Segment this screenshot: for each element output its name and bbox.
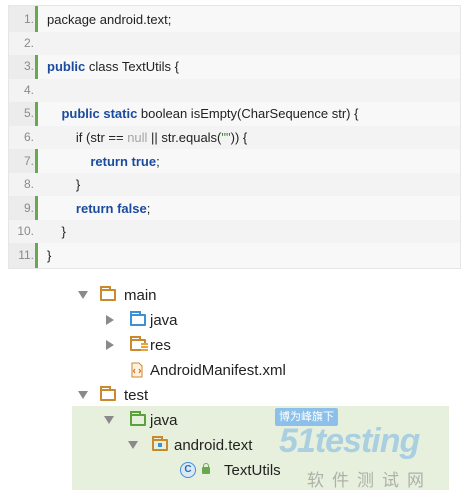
line-number: 7.: [23, 153, 34, 168]
resource-bars: [141, 343, 148, 352]
code-line: 10. }: [9, 220, 460, 244]
code-token: || str.equals(: [147, 130, 222, 145]
expand-arrow-icon[interactable]: [128, 441, 138, 449]
collapse-arrow-icon[interactable]: [106, 315, 114, 325]
tree-item-label: java: [150, 412, 178, 429]
code-token: }: [47, 177, 81, 193]
tree-item-label: test: [124, 387, 149, 404]
line-number: 3.: [23, 59, 34, 74]
code-token: ;: [156, 153, 160, 169]
code-keyword: public: [47, 59, 86, 75]
code-token: )) {: [230, 130, 248, 145]
tree-item-label: main: [124, 287, 157, 304]
watermark-brand: 51testing: [279, 422, 420, 460]
source-folder-icon: [130, 311, 146, 326]
watermark: 博为峰旗下 51testing 软件测试网: [265, 402, 455, 494]
code-token: package android.text;: [47, 12, 172, 27]
code-text: package android.text;: [47, 8, 171, 31]
code-literal: null: [127, 130, 148, 145]
code-text: }: [47, 244, 51, 267]
code-text: return false;: [47, 197, 150, 220]
code-line: 2.: [9, 31, 460, 55]
code-keyword: return false: [75, 200, 147, 216]
line-number: 11.: [18, 248, 34, 262]
code-token: }: [47, 248, 52, 263]
line-number: 8.: [23, 177, 34, 192]
code-line: 1. package android.text;: [9, 8, 460, 31]
code-text: }: [47, 220, 66, 243]
code-token: ;: [146, 200, 151, 216]
code-token: if (str ==: [47, 130, 128, 145]
line-number: 9.: [23, 200, 34, 215]
tree-item-label: android.text: [174, 437, 253, 454]
tree-item-label: res: [150, 337, 171, 354]
code-text: public static boolean isEmpty(CharSequen…: [47, 102, 358, 125]
collapse-arrow-icon[interactable]: [106, 340, 114, 350]
xml-file-icon: [131, 362, 143, 378]
code-line: 5. public static boolean isEmpty(CharSeq…: [9, 102, 460, 125]
line-number: 4.: [23, 82, 34, 97]
code-line: 7. return true;: [9, 150, 460, 173]
lock-icon: [202, 463, 210, 474]
code-text: return true;: [47, 150, 160, 173]
expand-arrow-icon[interactable]: [78, 291, 88, 299]
code-line: 9. return false;: [9, 197, 460, 220]
code-line: 6. if (str == null || str.equals("")) {: [9, 126, 460, 149]
code-string: "": [221, 130, 231, 145]
code-block: 1. package android.text; 2. 3. public class …: [8, 5, 461, 269]
class-icon: C: [180, 462, 196, 478]
code-token: class TextUtils {: [85, 59, 179, 75]
folder-icon: [100, 386, 116, 401]
code-token: boolean isEmpty(CharSequence str) {: [137, 106, 359, 122]
code-line: 8. }: [9, 173, 460, 197]
line-number: 2.: [23, 35, 34, 50]
watermark-subtitle: 软件测试网: [307, 471, 432, 490]
package-dot: [158, 443, 162, 447]
code-line: 4.: [9, 78, 460, 102]
line-number: 10.: [17, 224, 34, 239]
tree-item-label: AndroidManifest.xml: [150, 362, 286, 379]
expand-arrow-icon[interactable]: [78, 391, 88, 399]
code-keyword: return true: [90, 153, 157, 169]
code-token: }: [47, 224, 66, 240]
code-text: }: [47, 173, 80, 196]
test-source-folder-icon: [130, 411, 146, 426]
code-line: 3. public class TextUtils {: [9, 55, 460, 78]
code-keyword: public static: [61, 106, 138, 122]
resource-folder-icon: [130, 336, 148, 352]
line-number: 5.: [23, 106, 34, 121]
folder-icon: [100, 286, 116, 301]
package-icon: [152, 436, 168, 451]
expand-arrow-icon[interactable]: [104, 416, 114, 424]
line-number: 1.: [23, 12, 34, 26]
line-number: 6.: [23, 130, 34, 144]
code-line: 11.}: [9, 244, 460, 267]
code-text: if (str == null || str.equals("")) {: [47, 126, 247, 149]
tree-item-label: java: [150, 312, 178, 329]
code-text: public class TextUtils {: [47, 55, 179, 78]
